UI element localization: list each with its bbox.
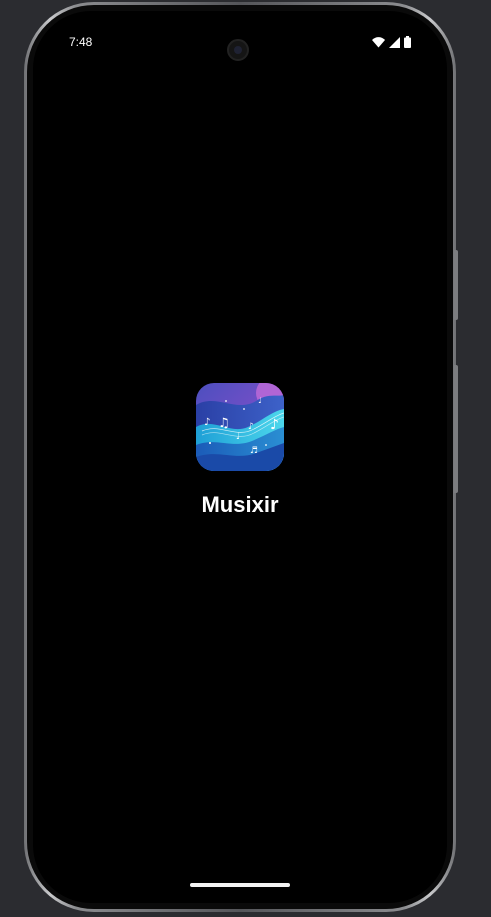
status-bar: 7:48 bbox=[33, 11, 447, 61]
svg-text:♩: ♩ bbox=[236, 432, 240, 442]
status-icons bbox=[372, 36, 411, 48]
svg-text:♪: ♪ bbox=[204, 417, 210, 428]
musixir-app-icon: ♪ ♫ ♩ ♪ ♪ ♩ ♬ bbox=[196, 383, 284, 471]
svg-text:♫: ♫ bbox=[218, 416, 230, 431]
volume-button[interactable] bbox=[454, 365, 458, 493]
svg-text:♩: ♩ bbox=[258, 396, 262, 405]
status-time: 7:48 bbox=[69, 35, 93, 49]
svg-text:♪: ♪ bbox=[248, 422, 254, 432]
home-indicator[interactable] bbox=[190, 883, 290, 887]
front-camera bbox=[227, 39, 249, 61]
svg-text:♪: ♪ bbox=[270, 417, 279, 433]
power-button[interactable] bbox=[454, 250, 458, 320]
app-name: Musixir bbox=[201, 492, 279, 517]
cellular-signal-icon bbox=[389, 36, 400, 48]
emulator-stage: 7:48 ♪ ♫ ♩ ♪ ♪ ♩ ♬ Musixir bbox=[0, 0, 491, 917]
phone-screen: 7:48 ♪ ♫ ♩ ♪ ♪ ♩ ♬ Musixir bbox=[33, 11, 447, 903]
battery-icon bbox=[404, 36, 411, 48]
svg-text:♬: ♬ bbox=[250, 446, 258, 456]
wifi-icon bbox=[372, 36, 385, 47]
